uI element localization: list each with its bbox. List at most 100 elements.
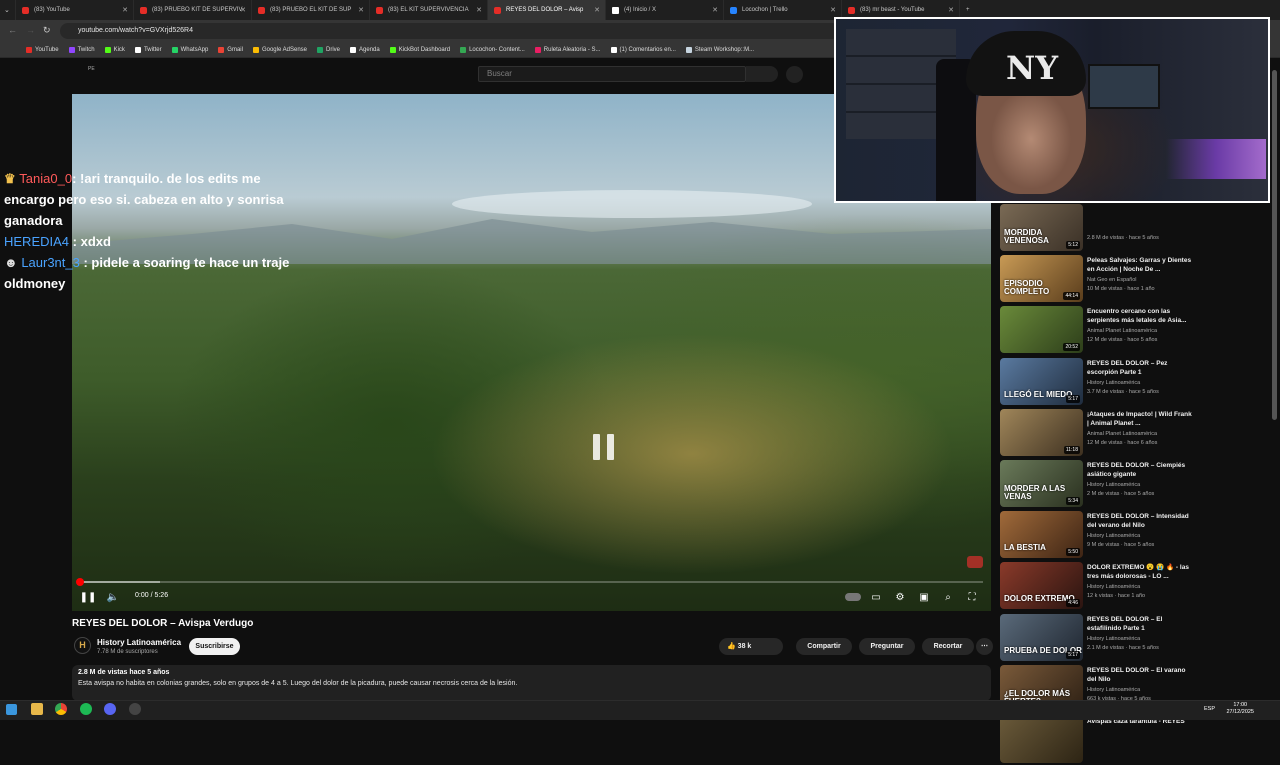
close-tab-icon[interactable]: ✕ <box>122 6 128 14</box>
video-thumbnail[interactable]: LLEGÓ EL MIEDO 5:17 <box>1000 357 1083 405</box>
close-tab-icon[interactable]: ✕ <box>240 6 246 14</box>
bookmark-item[interactable]: Agenda <box>350 46 380 53</box>
video-thumbnail[interactable]: PRUEBA DE DOLOR 5:17 <box>1000 613 1083 661</box>
system-clock[interactable]: 17:00 27/12/2025 <box>1226 702 1254 716</box>
channel-avatar[interactable]: H <box>74 637 91 654</box>
spotify-icon[interactable] <box>80 703 92 715</box>
browser-tab[interactable]: (83) YouTube ✕ <box>16 0 134 20</box>
bookmark-item[interactable]: Steam Workshop::M... <box>685 46 754 53</box>
recommendation-item[interactable]: 11:18 ¡Ataques de Impacto! | Wild Frank |… <box>1000 408 1200 458</box>
description-box[interactable]: 2.8 M de vistas hace 5 años Esta avispa … <box>72 665 991 701</box>
recommendation-item[interactable]: MORDER A LAS VENAS 5:34 REYES DEL DOLOR – … <box>1000 460 1200 509</box>
close-tab-icon[interactable]: ✕ <box>948 6 954 14</box>
recommendation-item[interactable]: EPISODIO COMPLETO 44:14 Peleas Salvajes: G… <box>1000 255 1200 304</box>
bookmark-favicon-icon <box>134 46 141 53</box>
bookmark-item[interactable]: Locochon- Content... <box>460 46 525 53</box>
language-indicator[interactable]: ESP <box>1204 706 1215 712</box>
bookmark-item[interactable]: Twitter <box>134 46 162 53</box>
video-thumbnail[interactable]: DOLOR EXTREMO 4:46 <box>1000 562 1083 610</box>
browser-tab[interactable]: REYES DEL DOLOR – Avisp ✕ <box>488 0 606 20</box>
obs-icon[interactable] <box>129 703 141 715</box>
ask-button[interactable]: Preguntar <box>859 638 915 655</box>
share-button[interactable]: Compartir <box>796 638 852 655</box>
search-input[interactable]: Buscar <box>478 66 746 82</box>
discord-icon[interactable] <box>104 703 116 715</box>
mask-icon: ☻ <box>4 255 18 270</box>
chrome-icon[interactable] <box>55 703 67 715</box>
cast-button[interactable]: ⌕ <box>941 590 955 604</box>
volume-button[interactable]: 🔈 <box>106 590 120 604</box>
recommendation-channel: History Latinoamérica <box>1087 584 1141 591</box>
recommendation-item[interactable]: LLEGÓ EL MIEDO 5:17 REYES DEL DOLOR – Pez … <box>1000 357 1200 407</box>
voice-search-icon[interactable] <box>786 66 803 83</box>
browser-tab[interactable]: Locochon | Trello ✕ <box>724 0 842 20</box>
video-thumbnail[interactable]: EPISODIO COMPLETO 44:14 <box>1000 255 1083 303</box>
close-tab-icon[interactable]: ✕ <box>594 6 600 14</box>
channel-name[interactable]: History Latinoamérica <box>97 638 181 647</box>
bookmark-item[interactable]: Google AdSense <box>252 46 307 53</box>
close-tab-icon[interactable]: ✕ <box>712 6 718 14</box>
bookmark-item[interactable]: (1) Comentarios en... <box>610 46 676 53</box>
bookmark-item[interactable]: Twitch <box>68 46 95 53</box>
pause-icon[interactable] <box>593 434 615 460</box>
recommendation-item[interactable]: PRUEBA DE DOLOR 5:17 REYES DEL DOLOR – El … <box>1000 613 1200 663</box>
tab-label: (83) PRUEBO KIT DE SUPERVIV <box>152 7 243 13</box>
progress-bar[interactable] <box>80 581 983 583</box>
fullscreen-button[interactable]: ⛶ <box>965 590 979 604</box>
close-tab-icon[interactable]: ✕ <box>830 6 836 14</box>
video-title: REYES DEL DOLOR – Avispa Verdugo <box>72 618 254 629</box>
recommendation-item[interactable]: MORDIDA VENENOSA 5:12 2.8 M de vistas · ha… <box>1000 204 1200 253</box>
close-tab-icon[interactable]: ✕ <box>358 6 364 14</box>
autoplay-toggle[interactable] <box>844 590 862 604</box>
recommendation-meta: 2.1 M de vistas · hace 5 años <box>1087 644 1159 651</box>
subtitles-button[interactable]: ▭ <box>869 590 883 604</box>
clip-button[interactable]: Recortar <box>922 638 974 655</box>
browser-tab[interactable]: (83) EL KIT SUPERVIVENCIA ✕ <box>370 0 488 20</box>
address-bar[interactable]: youtube.com/watch?v=GVXrjd526R4 <box>60 23 840 39</box>
recommendation-item[interactable]: LA BESTIA 5:50 REYES DEL DOLOR – Intensida… <box>1000 511 1200 560</box>
back-icon[interactable]: ← <box>8 25 17 35</box>
cast-icon: ⌕ <box>945 591 951 603</box>
bookmark-favicon-icon <box>104 46 111 53</box>
browser-tab[interactable]: (83) PRUEBO KIT DE SUPERVIV ✕ <box>134 0 252 20</box>
like-button[interactable]: 👍 38 k <box>719 638 783 655</box>
bookmark-item[interactable]: Gmail <box>218 46 243 53</box>
bookmark-item[interactable]: WhatsApp <box>171 46 208 53</box>
page-scrollbar[interactable] <box>1272 70 1277 420</box>
bookmark-item[interactable]: KickBot Dashboard <box>389 46 450 53</box>
file-explorer-icon[interactable] <box>31 703 43 715</box>
bookmark-favicon-icon <box>350 46 357 53</box>
reload-icon[interactable]: ↻ <box>43 25 51 36</box>
miniplayer-icon: ▣ <box>919 591 929 603</box>
video-thumbnail[interactable]: MORDIDA VENENOSA 5:12 <box>1000 204 1083 251</box>
bookmark-item[interactable]: Drive <box>317 46 340 53</box>
recommendation-item[interactable]: 20:52 Encuentro cercano con las serpiente… <box>1000 306 1200 355</box>
tab-search-button[interactable]: ⌄ <box>0 0 16 20</box>
recommendation-item[interactable]: Avispas caza tarántula - REYES <box>1000 716 1200 765</box>
settings-button[interactable]: ⚙ <box>893 590 907 604</box>
subscribe-button[interactable]: Suscribirse <box>189 638 240 655</box>
more-actions-button[interactable]: ⋯ <box>976 638 993 655</box>
forward-icon[interactable]: → <box>26 25 35 35</box>
progress-buffered <box>80 581 160 583</box>
video-thumbnail[interactable]: 20:52 <box>1000 306 1083 354</box>
play-pause-button[interactable]: ❚❚ <box>80 590 97 604</box>
recommendation-item[interactable]: DOLOR EXTREMO 4:46 DOLOR EXTREMO 😮 😭 🔥 - l… <box>1000 562 1200 611</box>
video-thumbnail[interactable]: 11:18 <box>1000 408 1083 456</box>
video-thumbnail[interactable]: LA BESTIA 5:50 <box>1000 511 1083 559</box>
search-button[interactable] <box>746 66 778 82</box>
recommendation-title: DOLOR EXTREMO 😮 😭 🔥 - las tres más dolor… <box>1087 564 1189 581</box>
scrubber-handle[interactable] <box>76 578 84 586</box>
browser-tab[interactable]: (83) PRUEBO EL KIT DE SUP ✕ <box>252 0 370 20</box>
windows-start-icon[interactable] <box>6 704 17 715</box>
video-thumbnail[interactable]: MORDER A LAS VENAS 5:34 <box>1000 460 1083 507</box>
close-tab-icon[interactable]: ✕ <box>476 6 482 14</box>
bookmark-item[interactable]: Ruleta Aleatoria - S... <box>534 46 601 53</box>
bookmark-item[interactable]: YouTube <box>26 46 59 53</box>
youtube-icon <box>494 6 501 14</box>
browser-tab[interactable]: (4) Inicio / X ✕ <box>606 0 724 20</box>
bookmark-item[interactable]: Kick <box>104 46 125 53</box>
miniplayer-button[interactable]: ▣ <box>917 590 931 604</box>
video-thumbnail[interactable] <box>1000 716 1083 763</box>
bookmark-label: Gmail <box>227 46 243 53</box>
